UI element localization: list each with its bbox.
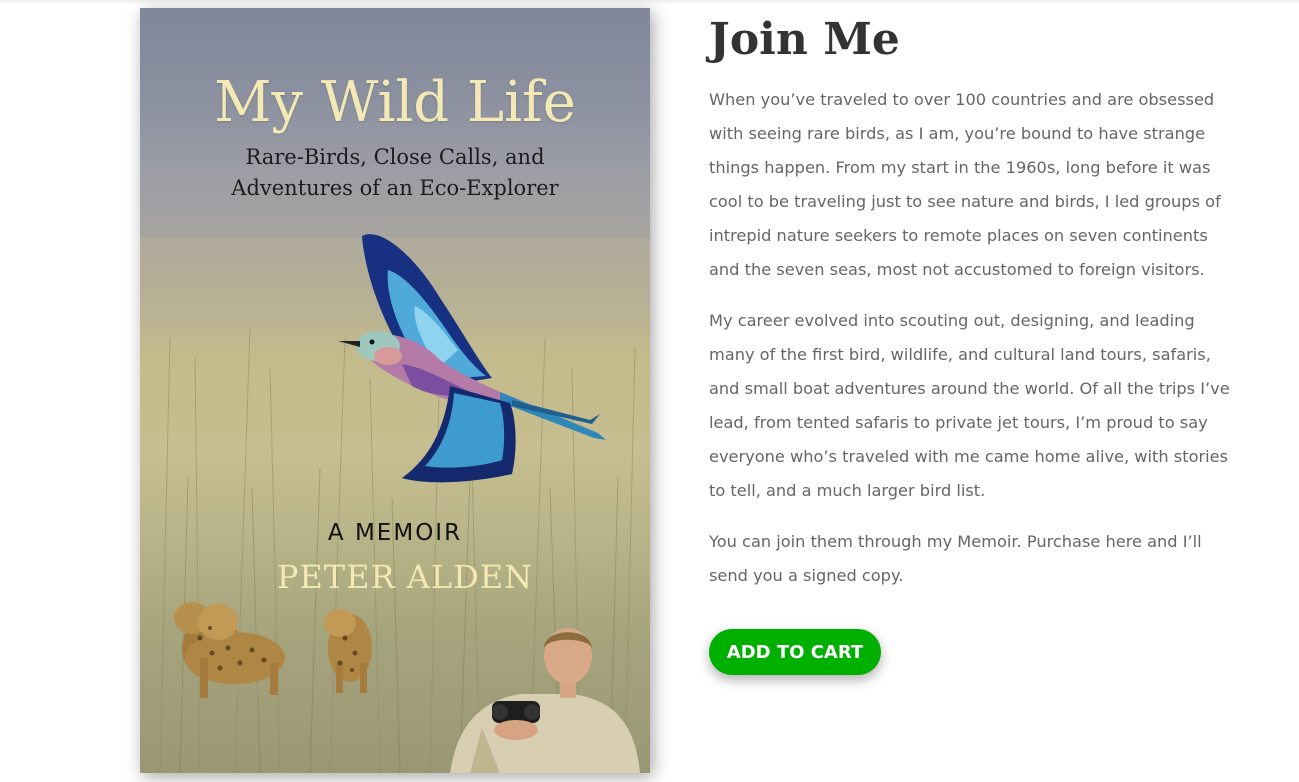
section-heading: Join Me — [709, 14, 900, 65]
book-author: PETER ALDEN — [276, 558, 534, 596]
book-tagline: A MEMOIR — [327, 520, 463, 546]
book-subtitle: Rare-Birds, Close Calls, and Adventures … — [140, 142, 650, 204]
book-subtitle-line-2: Adventures of an Eco-Explorer — [231, 176, 559, 200]
purchase-paragraph: You can join them through my Memoir. Pur… — [709, 532, 1202, 585]
leopards-illustration — [174, 602, 372, 698]
book-title: My Wild Life — [214, 70, 576, 135]
add-to-cart-button[interactable]: ADD TO CART — [709, 629, 881, 675]
book-cover-image: My Wild Life Rare-Birds, Close Calls, an… — [140, 8, 650, 773]
intro-paragraph: When you’ve traveled to over 100 countri… — [709, 90, 1221, 279]
header-shadow — [0, 0, 1299, 4]
career-paragraph: My career evolved into scouting out, des… — [709, 311, 1230, 500]
book-subtitle-line-1: Rare-Birds, Close Calls, and — [245, 145, 545, 169]
